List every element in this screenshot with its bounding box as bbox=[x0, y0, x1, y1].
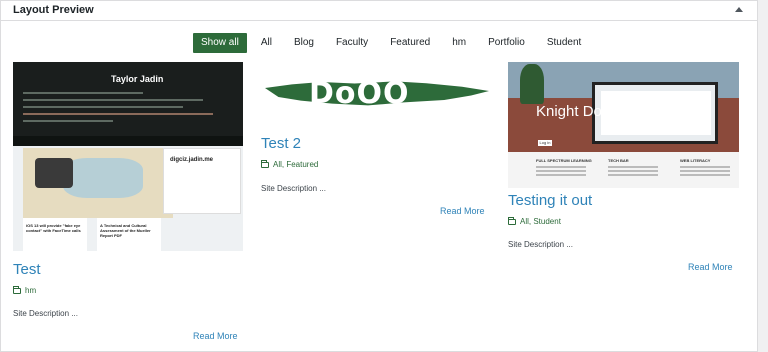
item-thumbnail-test-2[interactable]: DoOO bbox=[261, 73, 491, 117]
layout-preview-panel: Layout Preview Show all All Blog Faculty… bbox=[0, 0, 758, 352]
category-links[interactable]: All, Featured bbox=[273, 160, 318, 169]
panel-header: Layout Preview bbox=[1, 1, 757, 21]
thumbnail-card: digciz.jadin.me bbox=[163, 148, 241, 214]
thumbnail-column-title: WEB LITERACY bbox=[680, 158, 711, 163]
doo-logo: DoOO bbox=[309, 76, 410, 111]
thumbnail-card-title: digciz.jadin.me bbox=[170, 157, 214, 163]
item-thumbnail-testing-it-out[interactable]: Knight Domains Log in FULL SPECTRUM LEAR… bbox=[508, 62, 739, 188]
thumbnail-profile-name: Taylor Jadin bbox=[111, 74, 164, 84]
thumbnail-post-title: iOS 13 will provide "fake eye contact" w… bbox=[26, 223, 81, 233]
thumbnail-column-title: TECH BAR bbox=[608, 158, 629, 163]
camera-icon bbox=[35, 158, 73, 188]
item-description: Site Description ... bbox=[261, 184, 326, 193]
thumbnail-hero: Knight Domains Log in bbox=[508, 62, 739, 152]
filter-student[interactable]: Student bbox=[547, 33, 581, 53]
collapse-arrow-icon[interactable] bbox=[735, 7, 743, 12]
tree-image bbox=[520, 64, 544, 104]
thumbnail-column-title: FULL SPECTRUM LEARNING bbox=[536, 158, 592, 163]
filter-portfolio[interactable]: Portfolio bbox=[488, 33, 525, 53]
thumbnail-heading: Knight Domains bbox=[536, 103, 642, 120]
item-title-testing-it-out[interactable]: Testing it out bbox=[508, 192, 592, 209]
thumbnail-nav-bar bbox=[13, 136, 243, 146]
thumbnail-post-card: iOS 13 will provide "fake eye contact" w… bbox=[23, 218, 87, 251]
item-title-test-2[interactable]: Test 2 bbox=[261, 135, 301, 152]
thumbnail-terminal-area: Taylor Jadin bbox=[13, 62, 243, 146]
thumbnail-login-button: Log in bbox=[538, 140, 552, 146]
read-more-link[interactable]: Read More bbox=[440, 206, 485, 216]
folder-icon bbox=[13, 285, 21, 294]
filter-bar: Show all All Blog Faculty Featured hm Po… bbox=[193, 33, 603, 53]
filter-all[interactable]: All bbox=[261, 33, 272, 53]
folder-icon bbox=[508, 216, 516, 225]
item-description: Site Description ... bbox=[13, 309, 78, 318]
category-links[interactable]: hm bbox=[25, 286, 36, 295]
item-thumbnail-test[interactable]: Taylor Jadin digciz.jadin.me iOS 13 will… bbox=[13, 62, 243, 251]
filter-featured[interactable]: Featured bbox=[390, 33, 430, 53]
item-description: Site Description ... bbox=[508, 240, 573, 249]
category-links[interactable]: All, Student bbox=[520, 217, 561, 226]
filter-blog[interactable]: Blog bbox=[294, 33, 314, 53]
item-categories: hm bbox=[13, 285, 36, 295]
panel-title: Layout Preview bbox=[13, 4, 94, 16]
filter-show-all[interactable]: Show all bbox=[193, 33, 247, 53]
item-categories: All, Student bbox=[508, 216, 561, 226]
thumbnail-post-title: A Technical and Cultural Assessment of t… bbox=[100, 223, 151, 238]
filter-hm[interactable]: hm bbox=[452, 33, 466, 53]
thumbnail-post-card: A Technical and Cultural Assessment of t… bbox=[97, 218, 161, 251]
read-more-link[interactable]: Read More bbox=[688, 262, 733, 272]
item-title-test[interactable]: Test bbox=[13, 261, 41, 278]
item-categories: All, Featured bbox=[261, 159, 318, 169]
read-more-link[interactable]: Read More bbox=[193, 331, 238, 341]
filter-faculty[interactable]: Faculty bbox=[336, 33, 368, 53]
folder-icon bbox=[261, 159, 269, 168]
